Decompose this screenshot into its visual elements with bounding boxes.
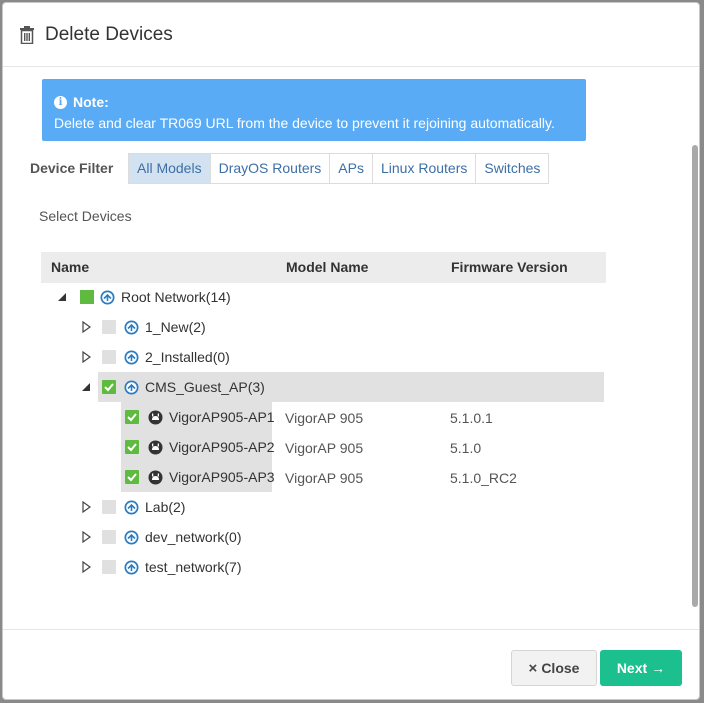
tab-linux-routers[interactable]: Linux Routers xyxy=(371,153,477,184)
tab-all-models[interactable]: All Models xyxy=(128,153,211,184)
network-icon xyxy=(124,320,139,335)
scrollbar-thumb[interactable] xyxy=(692,145,698,607)
column-header-firmware: Firmware Version xyxy=(451,259,568,275)
row-name: CMS_Guest_AP(3) xyxy=(145,379,265,395)
row-checkbox[interactable] xyxy=(125,440,139,454)
tab-switches[interactable]: Switches xyxy=(475,153,550,184)
next-button[interactable]: Next → xyxy=(600,650,682,686)
row-name: VigorAP905-AP3 xyxy=(169,469,275,485)
close-button[interactable]: × Close xyxy=(511,650,597,686)
expand-triangle-icon[interactable] xyxy=(81,351,91,363)
row-name: dev_network(0) xyxy=(145,529,242,545)
select-devices-label: Select Devices xyxy=(39,208,132,224)
row-model-name: VigorAP 905 xyxy=(285,470,364,486)
row-checkbox[interactable] xyxy=(102,350,116,364)
network-row[interactable]: CMS_Guest_AP(3) xyxy=(3,372,699,402)
row-checkbox[interactable] xyxy=(102,500,116,514)
row-model-name: VigorAP 905 xyxy=(285,410,364,426)
row-model-name: VigorAP 905 xyxy=(285,440,364,456)
network-icon xyxy=(124,380,139,395)
device-row[interactable]: VigorAP905-AP1 VigorAP 905 5.1.0.1 xyxy=(3,402,699,432)
note-title: Note: xyxy=(73,94,109,110)
row-checkbox[interactable] xyxy=(102,530,116,544)
row-name: VigorAP905-AP2 xyxy=(169,439,275,455)
table-header: Name Model Name Firmware Version xyxy=(41,252,606,283)
network-icon xyxy=(124,530,139,545)
row-checkbox[interactable] xyxy=(102,320,116,334)
network-row[interactable]: Lab(2) xyxy=(3,492,699,522)
trash-icon xyxy=(19,25,35,44)
note-alert: i Note: Delete and clear TR069 URL from … xyxy=(42,79,586,141)
row-checkbox[interactable] xyxy=(102,560,116,574)
expand-triangle-icon[interactable] xyxy=(81,501,91,513)
network-icon xyxy=(100,290,115,305)
note-message: Delete and clear TR069 URL from the devi… xyxy=(54,115,555,131)
network-icon xyxy=(124,350,139,365)
device-row[interactable]: VigorAP905-AP3 VigorAP 905 5.1.0_RC2 xyxy=(3,462,699,492)
network-icon xyxy=(124,560,139,575)
row-name: test_network(7) xyxy=(145,559,242,575)
row-firmware-version: 5.1.0 xyxy=(450,440,482,456)
dialog-title: Delete Devices xyxy=(45,23,173,45)
note-title-row: i Note: xyxy=(54,92,586,113)
network-row[interactable]: 2_Installed(0) xyxy=(3,342,699,372)
device-row[interactable]: VigorAP905-AP2 VigorAP 905 5.1.0 xyxy=(3,432,699,462)
network-row[interactable]: 1_New(2) xyxy=(3,312,699,342)
arrow-right-icon: → xyxy=(651,660,666,676)
row-checkbox[interactable] xyxy=(80,290,94,304)
row-firmware-version: 5.1.0.1 xyxy=(450,410,493,426)
close-button-label: Close xyxy=(541,660,580,676)
network-row[interactable]: test_network(7) xyxy=(3,552,699,582)
device-filter-tabs: All Models DrayOS Routers APs Linux Rout… xyxy=(128,153,550,184)
tab-aps[interactable]: APs xyxy=(329,153,373,184)
tab-drayos-routers[interactable]: DrayOS Routers xyxy=(209,153,331,184)
row-checkbox[interactable] xyxy=(125,410,139,424)
row-firmware-version: 5.1.0_RC2 xyxy=(450,470,517,486)
column-header-name: Name xyxy=(51,259,90,275)
dialog-footer: × Close Next → xyxy=(3,629,699,699)
ap-icon xyxy=(148,470,163,485)
network-row[interactable]: Root Network(14) xyxy=(3,282,699,312)
row-name: 2_Installed(0) xyxy=(145,349,230,365)
next-button-label: Next xyxy=(616,660,648,676)
expand-triangle-icon[interactable] xyxy=(81,531,91,543)
row-name: 1_New(2) xyxy=(145,319,206,335)
row-checkbox[interactable] xyxy=(102,380,116,394)
device-filter-label: Device Filter xyxy=(30,160,114,176)
dialog-header: Delete Devices xyxy=(3,3,699,67)
expand-triangle-icon[interactable] xyxy=(81,321,91,333)
column-header-model: Model Name xyxy=(286,259,369,275)
network-icon xyxy=(124,500,139,515)
collapse-triangle-icon[interactable] xyxy=(57,291,67,303)
row-name: VigorAP905-AP1 xyxy=(169,409,275,425)
row-checkbox[interactable] xyxy=(125,470,139,484)
info-icon: i xyxy=(54,96,67,109)
network-row[interactable]: dev_network(0) xyxy=(3,522,699,552)
collapse-triangle-icon[interactable] xyxy=(81,381,91,393)
row-name: Root Network(14) xyxy=(121,289,231,305)
delete-devices-dialog: Delete Devices i Note: Delete and clear … xyxy=(2,2,700,700)
row-name: Lab(2) xyxy=(145,499,186,515)
ap-icon xyxy=(148,410,163,425)
ap-icon xyxy=(148,440,163,455)
close-x-icon: × xyxy=(528,659,538,677)
expand-triangle-icon[interactable] xyxy=(81,561,91,573)
